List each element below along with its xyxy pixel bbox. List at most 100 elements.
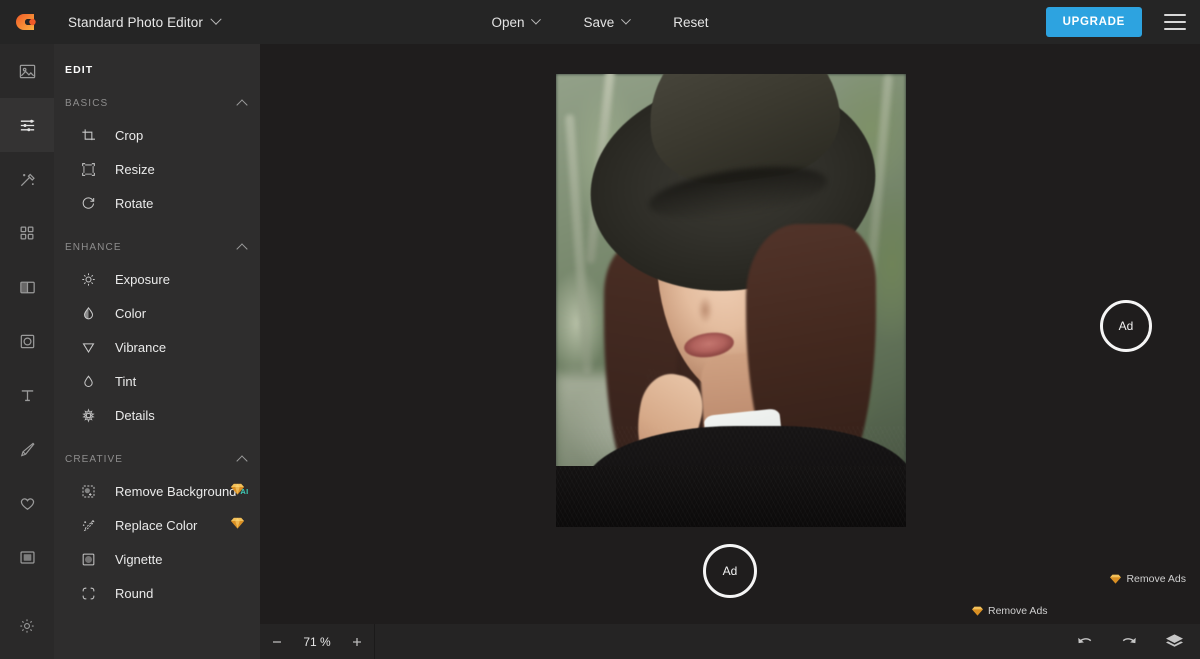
rail-item-border[interactable] — [0, 530, 54, 584]
diamond-premium-icon[interactable] — [231, 482, 244, 500]
tool-label-round: Round — [115, 586, 153, 601]
tool-vibrance[interactable]: Vibrance — [54, 330, 260, 364]
ad-circle-below-image[interactable]: Ad — [703, 544, 757, 598]
upgrade-button[interactable]: UPGRADE — [1046, 7, 1142, 37]
redo-button[interactable] — [1120, 634, 1139, 650]
remove-ads-label: Remove Ads — [988, 605, 1048, 617]
rail-spacer — [0, 584, 54, 599]
cutout-pro-logo-icon — [16, 11, 38, 33]
top-bar-right: UPGRADE — [1046, 7, 1200, 37]
tool-vignette[interactable]: Vignette — [54, 542, 260, 576]
rail-item-aperture[interactable] — [0, 314, 54, 368]
tool-crop[interactable]: Crop — [54, 118, 260, 152]
top-menu: Open Save Reset — [469, 0, 730, 44]
tool-details[interactable]: Details — [54, 398, 260, 432]
zoom-in-button[interactable] — [340, 624, 374, 659]
tool-label-exposure: Exposure — [115, 272, 170, 287]
chevron-up-icon — [236, 243, 247, 254]
photo-sweater-lower — [556, 466, 906, 527]
app-title-dropdown[interactable]: Standard Photo Editor — [68, 15, 220, 30]
section-label-enhance: ENHANCE — [65, 242, 122, 253]
tool-resize[interactable]: Resize — [54, 152, 260, 186]
tool-label-resize: Resize — [115, 162, 155, 177]
split-frame-icon — [18, 278, 37, 297]
tool-label-replace-color: Replace Color — [115, 518, 197, 533]
replace-color-icon — [78, 515, 98, 535]
heart-icon — [18, 494, 37, 513]
rail-item-adjust[interactable] — [0, 98, 54, 152]
tool-rotate[interactable]: Rotate — [54, 186, 260, 220]
magic-wand-icon — [18, 170, 37, 189]
tool-tint[interactable]: Tint — [54, 364, 260, 398]
remove-ads-label: Remove Ads — [1126, 573, 1186, 585]
rail-item-settings[interactable] — [0, 599, 54, 653]
tool-label-tint: Tint — [115, 374, 136, 389]
panel-title: EDIT — [54, 44, 260, 76]
tool-replace-color[interactable]: Replace Color — [54, 508, 260, 542]
section-header-enhance[interactable]: ENHANCE — [54, 220, 260, 262]
tool-label-details: Details — [115, 408, 155, 423]
app-title: Standard Photo Editor — [68, 15, 203, 30]
droplet-outline-icon — [78, 371, 98, 391]
chevron-down-icon — [210, 14, 221, 25]
chevron-up-icon — [236, 455, 247, 466]
tool-color[interactable]: Color — [54, 296, 260, 330]
remove-ads-link-right[interactable]: Remove Ads — [1110, 573, 1186, 585]
zoom-control: 71 % — [260, 624, 374, 659]
menu-item-reset[interactable]: Reset — [651, 0, 730, 44]
border-frame-icon — [18, 548, 37, 567]
rail-item-text[interactable] — [0, 368, 54, 422]
crop-icon — [78, 125, 98, 145]
remove-ads-link-bottom[interactable]: Remove Ads — [972, 605, 1048, 617]
tool-round[interactable]: Round — [54, 576, 260, 610]
photo-nose — [692, 286, 714, 326]
undo-button[interactable] — [1075, 634, 1094, 650]
rail-item-split-frame[interactable] — [0, 260, 54, 314]
chevron-up-icon — [236, 99, 247, 110]
tool-rail — [0, 44, 54, 659]
ad-label: Ad — [1119, 319, 1134, 333]
tool-label-remove-background: Remove Background — [115, 484, 236, 499]
tool-label-rotate: Rotate — [115, 196, 153, 211]
canvas-stage[interactable]: Ad Ad Remove Ads — [260, 44, 1200, 624]
menu-item-save[interactable]: Save — [561, 0, 651, 44]
rail-item-magic-wand[interactable] — [0, 152, 54, 206]
section-label-creative: CREATIVE — [65, 454, 123, 465]
bottom-bar-actions — [1075, 633, 1200, 650]
bottom-bar-divider — [374, 624, 375, 659]
edit-panel: EDIT BASICS Crop — [54, 44, 260, 659]
camera-aperture-icon — [18, 332, 37, 351]
vignette-icon — [78, 549, 98, 569]
ad-label: Ad — [723, 564, 738, 578]
rail-item-grid[interactable] — [0, 206, 54, 260]
photo-editor-app: Standard Photo Editor Open Save Reset UP… — [0, 0, 1200, 659]
menu-open-label: Open — [491, 15, 524, 30]
tool-label-crop: Crop — [115, 128, 143, 143]
remove-background-icon — [78, 481, 98, 501]
tool-exposure[interactable]: Exposure — [54, 262, 260, 296]
resize-icon — [78, 159, 98, 179]
diamond-premium-icon — [972, 606, 983, 616]
app-body: EDIT BASICS Crop — [0, 44, 1200, 659]
rail-item-favorites[interactable] — [0, 476, 54, 530]
menu-item-open[interactable]: Open — [469, 0, 561, 44]
canvas-image[interactable] — [556, 74, 906, 527]
section-header-basics[interactable]: BASICS — [54, 76, 260, 118]
ad-circle-right[interactable]: Ad — [1100, 300, 1152, 352]
section-label-basics: BASICS — [65, 98, 108, 109]
hamburger-menu-icon[interactable] — [1164, 14, 1186, 30]
layers-button[interactable] — [1165, 633, 1184, 650]
rail-item-image[interactable] — [0, 44, 54, 98]
app-logo[interactable] — [0, 0, 54, 44]
menu-save-label: Save — [583, 15, 614, 30]
menu-reset-label: Reset — [673, 15, 708, 30]
tool-remove-background[interactable]: Remove Background AI — [54, 474, 260, 508]
rail-item-brush[interactable] — [0, 422, 54, 476]
tool-label-vibrance: Vibrance — [115, 340, 166, 355]
image-icon — [18, 62, 37, 81]
zoom-out-button[interactable] — [260, 624, 294, 659]
diamond-premium-icon[interactable] — [231, 516, 244, 534]
section-header-creative[interactable]: CREATIVE — [54, 432, 260, 474]
gear-icon — [18, 617, 36, 635]
sparkle-icon — [78, 405, 98, 425]
